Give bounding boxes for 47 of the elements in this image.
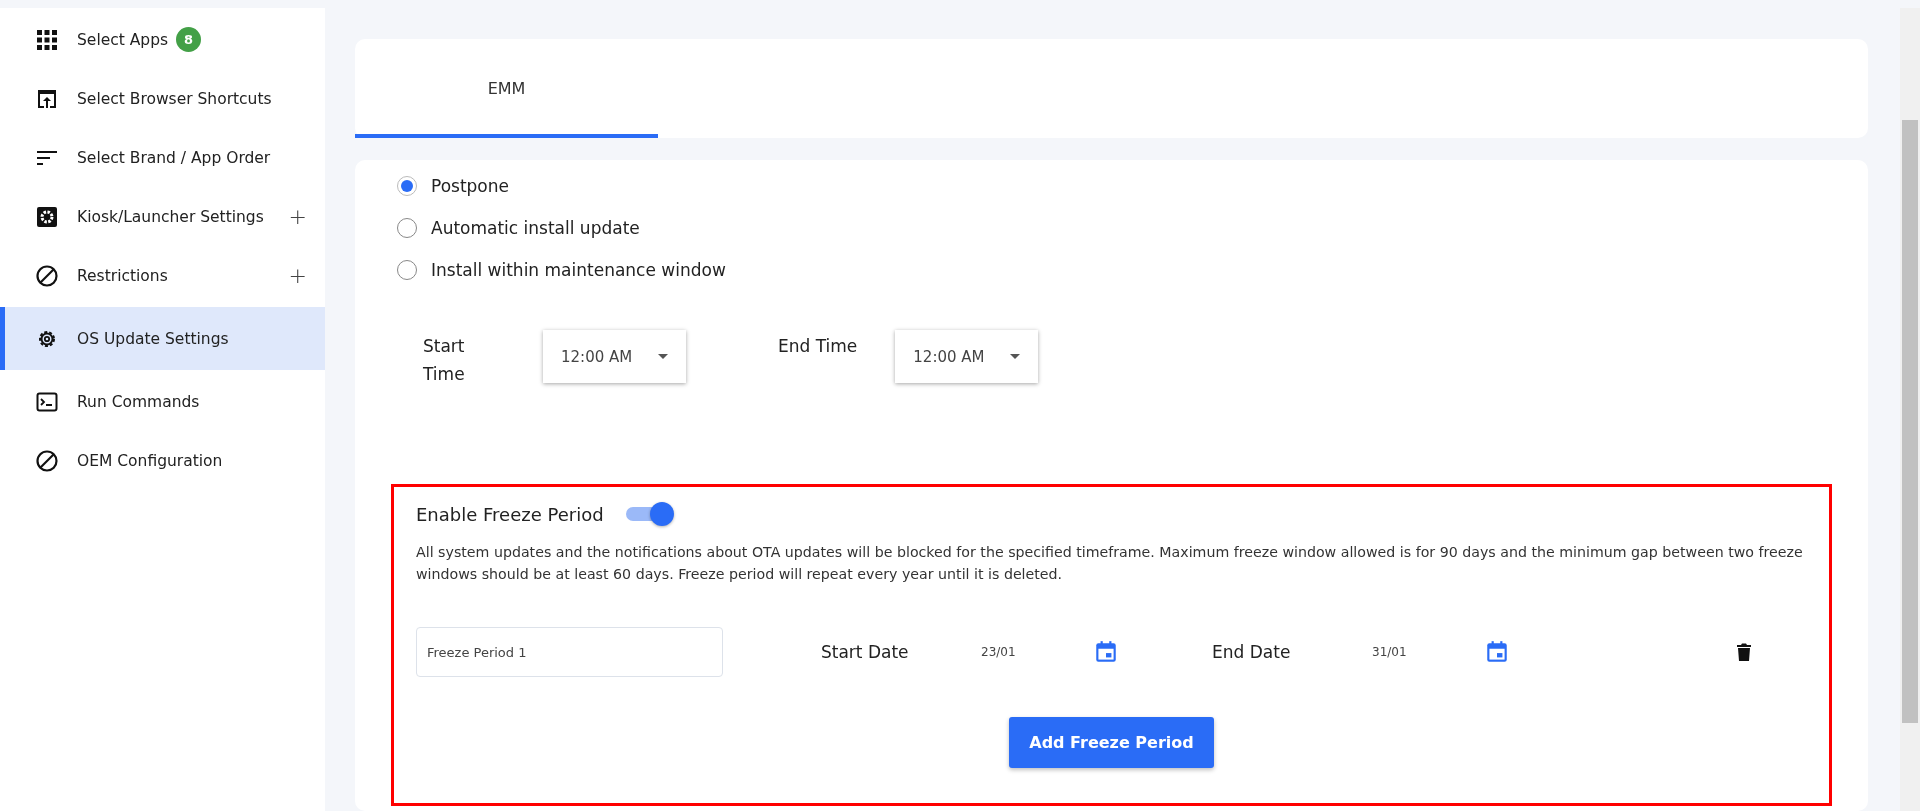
blocked-icon xyxy=(35,263,59,288)
radio-label: Automatic install update xyxy=(431,218,640,238)
sidebar-item[interactable]: Run Commands xyxy=(0,372,325,431)
radio-label: Install within maintenance window xyxy=(431,260,726,280)
sidebar-item-label: Restrictions xyxy=(77,266,168,285)
sidebar-item-label: Run Commands xyxy=(77,392,200,411)
time-dropdown[interactable]: 12:00 AM xyxy=(543,330,686,383)
section-title: Enable Freeze Period xyxy=(416,503,604,525)
gear-icon xyxy=(35,204,59,229)
expand-icon[interactable]: + xyxy=(288,204,307,229)
trash-icon[interactable] xyxy=(1736,643,1752,661)
sidebar-item-label: OS Update Settings xyxy=(77,329,229,348)
sidebar-item[interactable]: Select Apps 8 xyxy=(0,10,325,69)
date-value: 31/01 xyxy=(1372,645,1408,659)
sidebar-item[interactable]: OEM Configuration xyxy=(0,431,325,490)
sidebar-item[interactable]: Kiosk/Launcher Settings + xyxy=(0,187,325,246)
date-value: 23/01 xyxy=(981,645,1017,659)
calendar-icon[interactable] xyxy=(1093,639,1119,665)
sidebar-item[interactable]: Select Brand / App Order xyxy=(0,128,325,187)
sidebar-item[interactable]: Restrictions + xyxy=(0,246,325,305)
sidebar-item-label: OEM Configuration xyxy=(77,451,223,470)
sidebar-item-label: Select Apps xyxy=(77,30,169,49)
time-label: Start Time xyxy=(423,335,466,386)
sidebar-item-label: Kiosk/Launcher Settings xyxy=(77,207,264,226)
blocked-icon xyxy=(35,448,59,473)
radio-option[interactable]: Install within maintenance window xyxy=(397,258,1868,282)
time-label: End Time xyxy=(778,335,858,358)
grid-icon xyxy=(35,27,59,52)
period-name-field[interactable]: Freeze Period 1 xyxy=(416,627,723,677)
calendar-icon[interactable] xyxy=(1484,639,1510,665)
scrollbar[interactable] xyxy=(1900,8,1920,811)
sidebar-item[interactable]: OS Update Settings xyxy=(0,307,325,370)
caret-icon xyxy=(658,354,668,359)
date-label: Start Date xyxy=(821,642,910,662)
sidebar-item[interactable]: Select Browser Shortcuts xyxy=(0,69,325,128)
count-badge: 8 xyxy=(176,27,202,52)
date-label: End Date xyxy=(1212,642,1292,662)
radio-label: Postpone xyxy=(431,176,509,196)
sidebar-item-label: Select Brand / App Order xyxy=(77,148,271,167)
description-text: All system updates and the notifications about OTA updates will be blocked for the specified timeframe. Maximum freeze window allowed is for 90 days and the minimum gap between two freeze windows should be at least 60 days. Freeze period will repeat every year until it is deleted. xyxy=(416,543,1804,584)
radio-option[interactable]: Automatic install update xyxy=(397,216,1868,240)
time-dropdown[interactable]: 12:00 AM xyxy=(895,330,1039,383)
sidebar-item-label: Select Browser Shortcuts xyxy=(77,89,272,108)
add-freeze-period-button[interactable]: Add Freeze Period xyxy=(1009,717,1214,768)
radio-option[interactable]: Postpone xyxy=(397,174,1868,198)
caret-icon xyxy=(1010,354,1021,359)
expand-icon[interactable]: + xyxy=(288,263,307,288)
